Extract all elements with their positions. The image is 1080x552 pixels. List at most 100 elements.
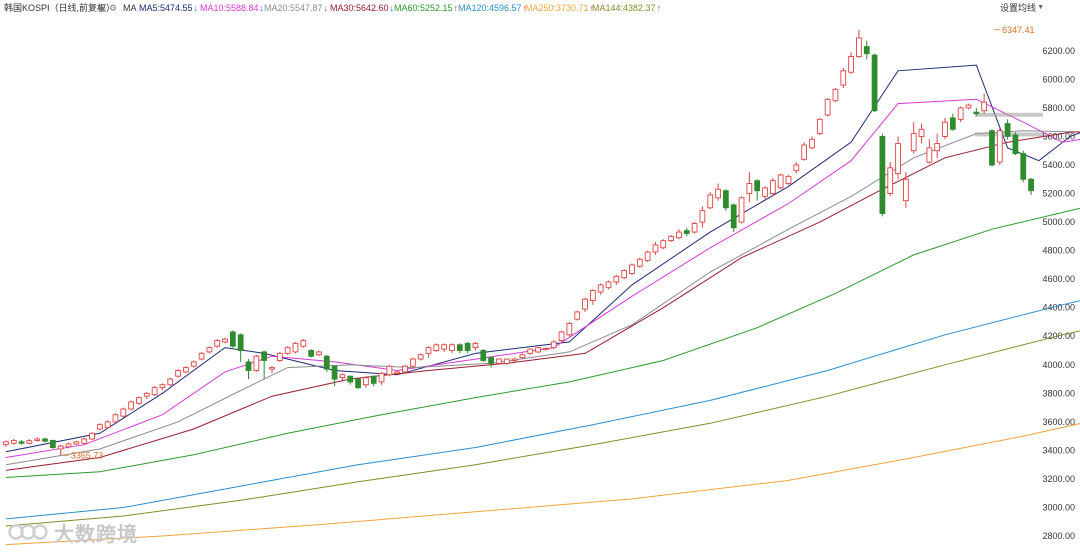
- candle: [480, 349, 487, 362]
- candle: [926, 139, 933, 164]
- candle: [300, 339, 307, 348]
- candle: [730, 203, 737, 233]
- y-tick-label: 3000.00: [1042, 502, 1075, 512]
- candle: [1004, 119, 1011, 140]
- ma-label: MA: [123, 3, 137, 13]
- candle: [26, 439, 33, 445]
- candle: [589, 289, 596, 305]
- y-tick-label: 3200.00: [1042, 474, 1075, 484]
- candle: [543, 347, 549, 351]
- y-tick-label: 5400.00: [1042, 160, 1075, 170]
- candle: [918, 123, 925, 144]
- chevron-down-icon[interactable]: ▼: [1037, 0, 1044, 16]
- candle: [691, 222, 698, 234]
- candle: [676, 229, 682, 240]
- candle: [316, 350, 322, 357]
- kline-chart[interactable]: 6200.006000.005800.005600.005400.005200.…: [0, 0, 1080, 552]
- candle: [879, 133, 886, 217]
- candle: [198, 351, 205, 361]
- watermark-text: 大数跨境: [54, 523, 138, 546]
- candle: [871, 53, 878, 113]
- candle: [214, 339, 221, 348]
- candle: [762, 186, 768, 200]
- ma5-line: [5, 64, 1080, 453]
- ma5-value: MA5:5474.55↓: [139, 3, 199, 13]
- candle: [143, 391, 150, 400]
- candle: [245, 359, 252, 380]
- candle: [120, 407, 127, 418]
- candle: [1012, 132, 1019, 155]
- ma20-line: [5, 130, 1080, 466]
- price-annotations: 6347.413365.735764.64-5740.975630.05-559…: [62, 25, 1035, 460]
- y-tick-label: 6000.00: [1042, 74, 1075, 84]
- candle: [34, 437, 41, 442]
- candle: [269, 366, 275, 374]
- y-tick-label: 2800.00: [1042, 531, 1075, 541]
- candle: [699, 206, 706, 228]
- candle: [574, 310, 581, 321]
- candle: [222, 337, 228, 344]
- candle: [652, 242, 659, 255]
- candle: [323, 354, 330, 372]
- support-band: [975, 112, 1043, 117]
- indicator-bar: 韩国KOSPI（日线,前复权） ◉ ⚙ MA MA5:5474.55↓ MA10…: [0, 0, 1080, 16]
- y-tick-label: 5800.00: [1042, 103, 1075, 113]
- candle: [425, 346, 432, 358]
- y-tick-label: 4600.00: [1042, 274, 1075, 284]
- gear-icon[interactable]: ⚙: [109, 0, 117, 16]
- candle: [3, 440, 9, 447]
- candle: [10, 438, 17, 445]
- candle: [566, 321, 573, 337]
- candle: [801, 142, 808, 161]
- candle: [292, 341, 299, 354]
- candle: [284, 346, 291, 355]
- y-tick-label: 5000.00: [1042, 217, 1075, 227]
- candle: [409, 357, 416, 368]
- candle: [159, 383, 166, 391]
- candle: [128, 400, 135, 411]
- candle: [824, 97, 831, 117]
- candle: [89, 432, 95, 441]
- candle: [707, 192, 714, 210]
- candle: [949, 113, 956, 131]
- candle: [261, 350, 268, 380]
- candle: [253, 354, 260, 372]
- candle: [190, 360, 197, 368]
- candle: [856, 29, 862, 58]
- candle: [715, 183, 721, 201]
- candle: [809, 136, 815, 150]
- ma250-value: MA250:3730.71↑: [525, 3, 595, 13]
- y-tick-label: 4400.00: [1042, 303, 1075, 313]
- candle: [832, 87, 839, 103]
- candle: [433, 343, 440, 352]
- y-tick-label: 5200.00: [1042, 189, 1075, 199]
- eye-icon[interactable]: ◉: [98, 0, 106, 16]
- ma144-value: MA144:4382.37↑: [592, 3, 662, 13]
- y-tick-label: 3400.00: [1042, 445, 1075, 455]
- candle: [363, 376, 369, 388]
- candle: [989, 129, 995, 167]
- watermark: 大数跨境: [8, 519, 138, 546]
- candle: [660, 239, 667, 250]
- ma10-line: [5, 98, 1080, 458]
- ma-settings-button[interactable]: 设置均线: [1000, 0, 1036, 16]
- candle: [464, 341, 471, 354]
- candle: [18, 440, 25, 445]
- candle: [441, 343, 448, 352]
- candle: [42, 437, 48, 443]
- candle: [887, 162, 894, 197]
- candle: [942, 117, 948, 140]
- candle: [237, 333, 244, 362]
- candle: [636, 257, 643, 268]
- candle: [206, 346, 213, 354]
- candle: [996, 127, 1003, 165]
- moving-average-lines: [5, 64, 1080, 546]
- candle: [785, 174, 792, 185]
- candle: [175, 369, 181, 378]
- candle: [378, 371, 385, 385]
- candle: [629, 263, 635, 275]
- y-axis: 6200.006000.005800.005600.005400.005200.…: [1042, 46, 1075, 541]
- candle: [151, 386, 158, 397]
- candle: [276, 351, 283, 362]
- candle: [417, 353, 424, 361]
